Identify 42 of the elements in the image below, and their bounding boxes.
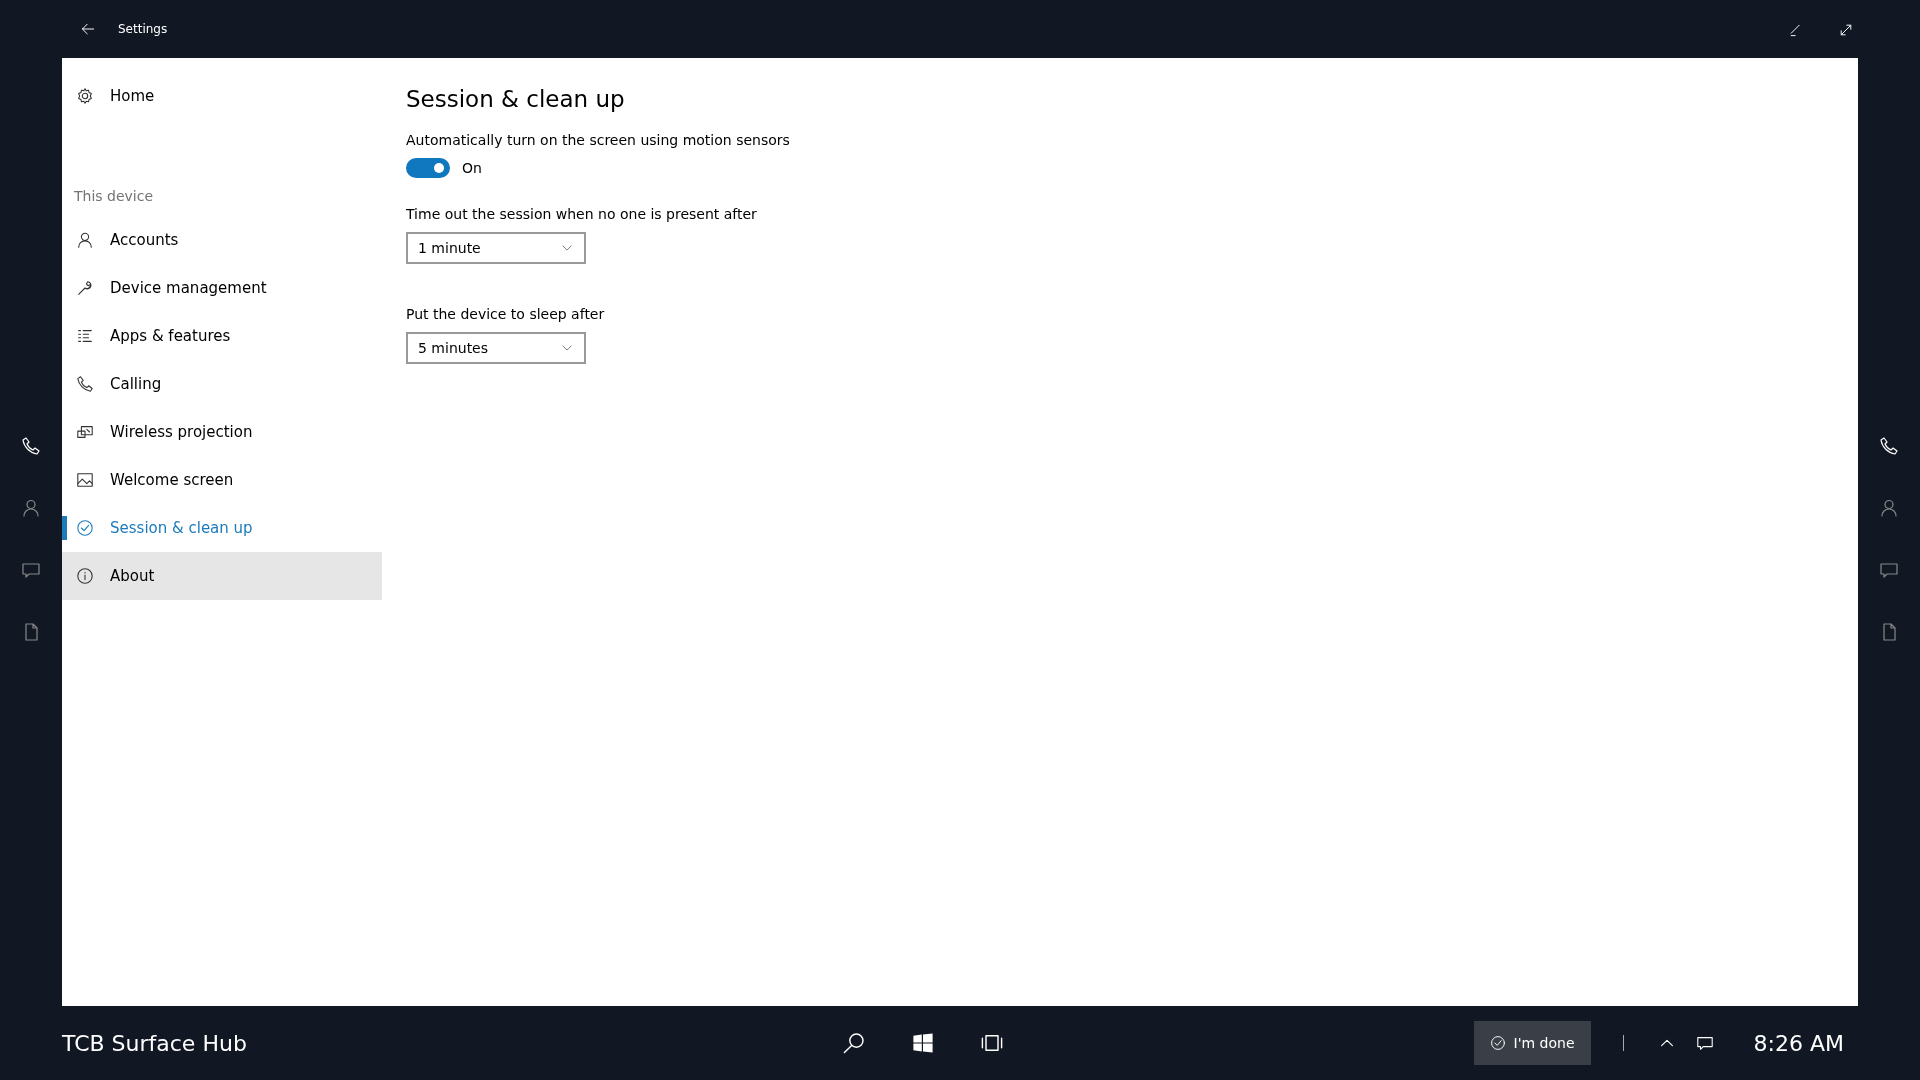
- dropdown[interactable]: 1 minute: [406, 232, 586, 264]
- section-heading: This device: [73, 187, 155, 206]
- device-name: TCB Surface Hub: [62, 1030, 248, 1056]
- check-circle-icon: [76, 519, 94, 537]
- check-circle-icon: [1489, 1035, 1506, 1051]
- gear-icon: [76, 87, 94, 105]
- nav-item[interactable]: Wireless projection: [62, 408, 382, 456]
- phone-icon[interactable]: [1879, 436, 1899, 456]
- clock-time: 8:26 AM: [1753, 1030, 1844, 1056]
- windows-logo-icon[interactable]: [911, 1031, 935, 1055]
- person-icon: [76, 231, 94, 249]
- chat-bubble-icon[interactable]: [1695, 1034, 1714, 1052]
- person-icon[interactable]: [21, 498, 41, 518]
- toggle-switch[interactable]: [406, 158, 450, 178]
- toggle-state-label: On: [462, 160, 482, 176]
- back-arrow-icon: [80, 21, 96, 37]
- setting-label: Time out the session when no one is present after: [406, 206, 758, 222]
- window-title: Settings: [118, 22, 168, 36]
- dropdown[interactable]: 5 minutes: [406, 332, 586, 364]
- nav-item[interactable]: Welcome screen: [62, 456, 382, 504]
- nav-item[interactable]: Apps & features: [62, 312, 382, 360]
- expand-icon: [1838, 22, 1854, 38]
- nav-item[interactable]: Session & clean up: [62, 504, 382, 552]
- selection-indicator: [62, 516, 67, 540]
- setting-label: Automatically turn on the screen using motion sensors: [406, 132, 790, 148]
- nav-item[interactable]: About: [62, 552, 382, 600]
- phone-icon: [76, 375, 94, 393]
- page-title: Session & clean up: [406, 86, 626, 112]
- person-icon[interactable]: [1879, 498, 1899, 518]
- search-icon[interactable]: [842, 1031, 866, 1055]
- phone-icon[interactable]: [21, 436, 41, 456]
- picture-icon: [76, 471, 94, 489]
- nav-item[interactable]: Device management: [62, 264, 382, 312]
- setting-label: Put the device to sleep after: [406, 306, 606, 322]
- info-icon: [76, 567, 94, 585]
- wrench-icon: [76, 279, 94, 297]
- im-done-button[interactable]: I'm done: [1473, 1021, 1591, 1065]
- nav-item[interactable]: Calling: [62, 360, 382, 408]
- nav-item[interactable]: Accounts: [62, 216, 382, 264]
- list-icon: [76, 327, 94, 345]
- home-nav-item[interactable]: Home: [62, 72, 382, 120]
- projection-icon: [76, 423, 94, 441]
